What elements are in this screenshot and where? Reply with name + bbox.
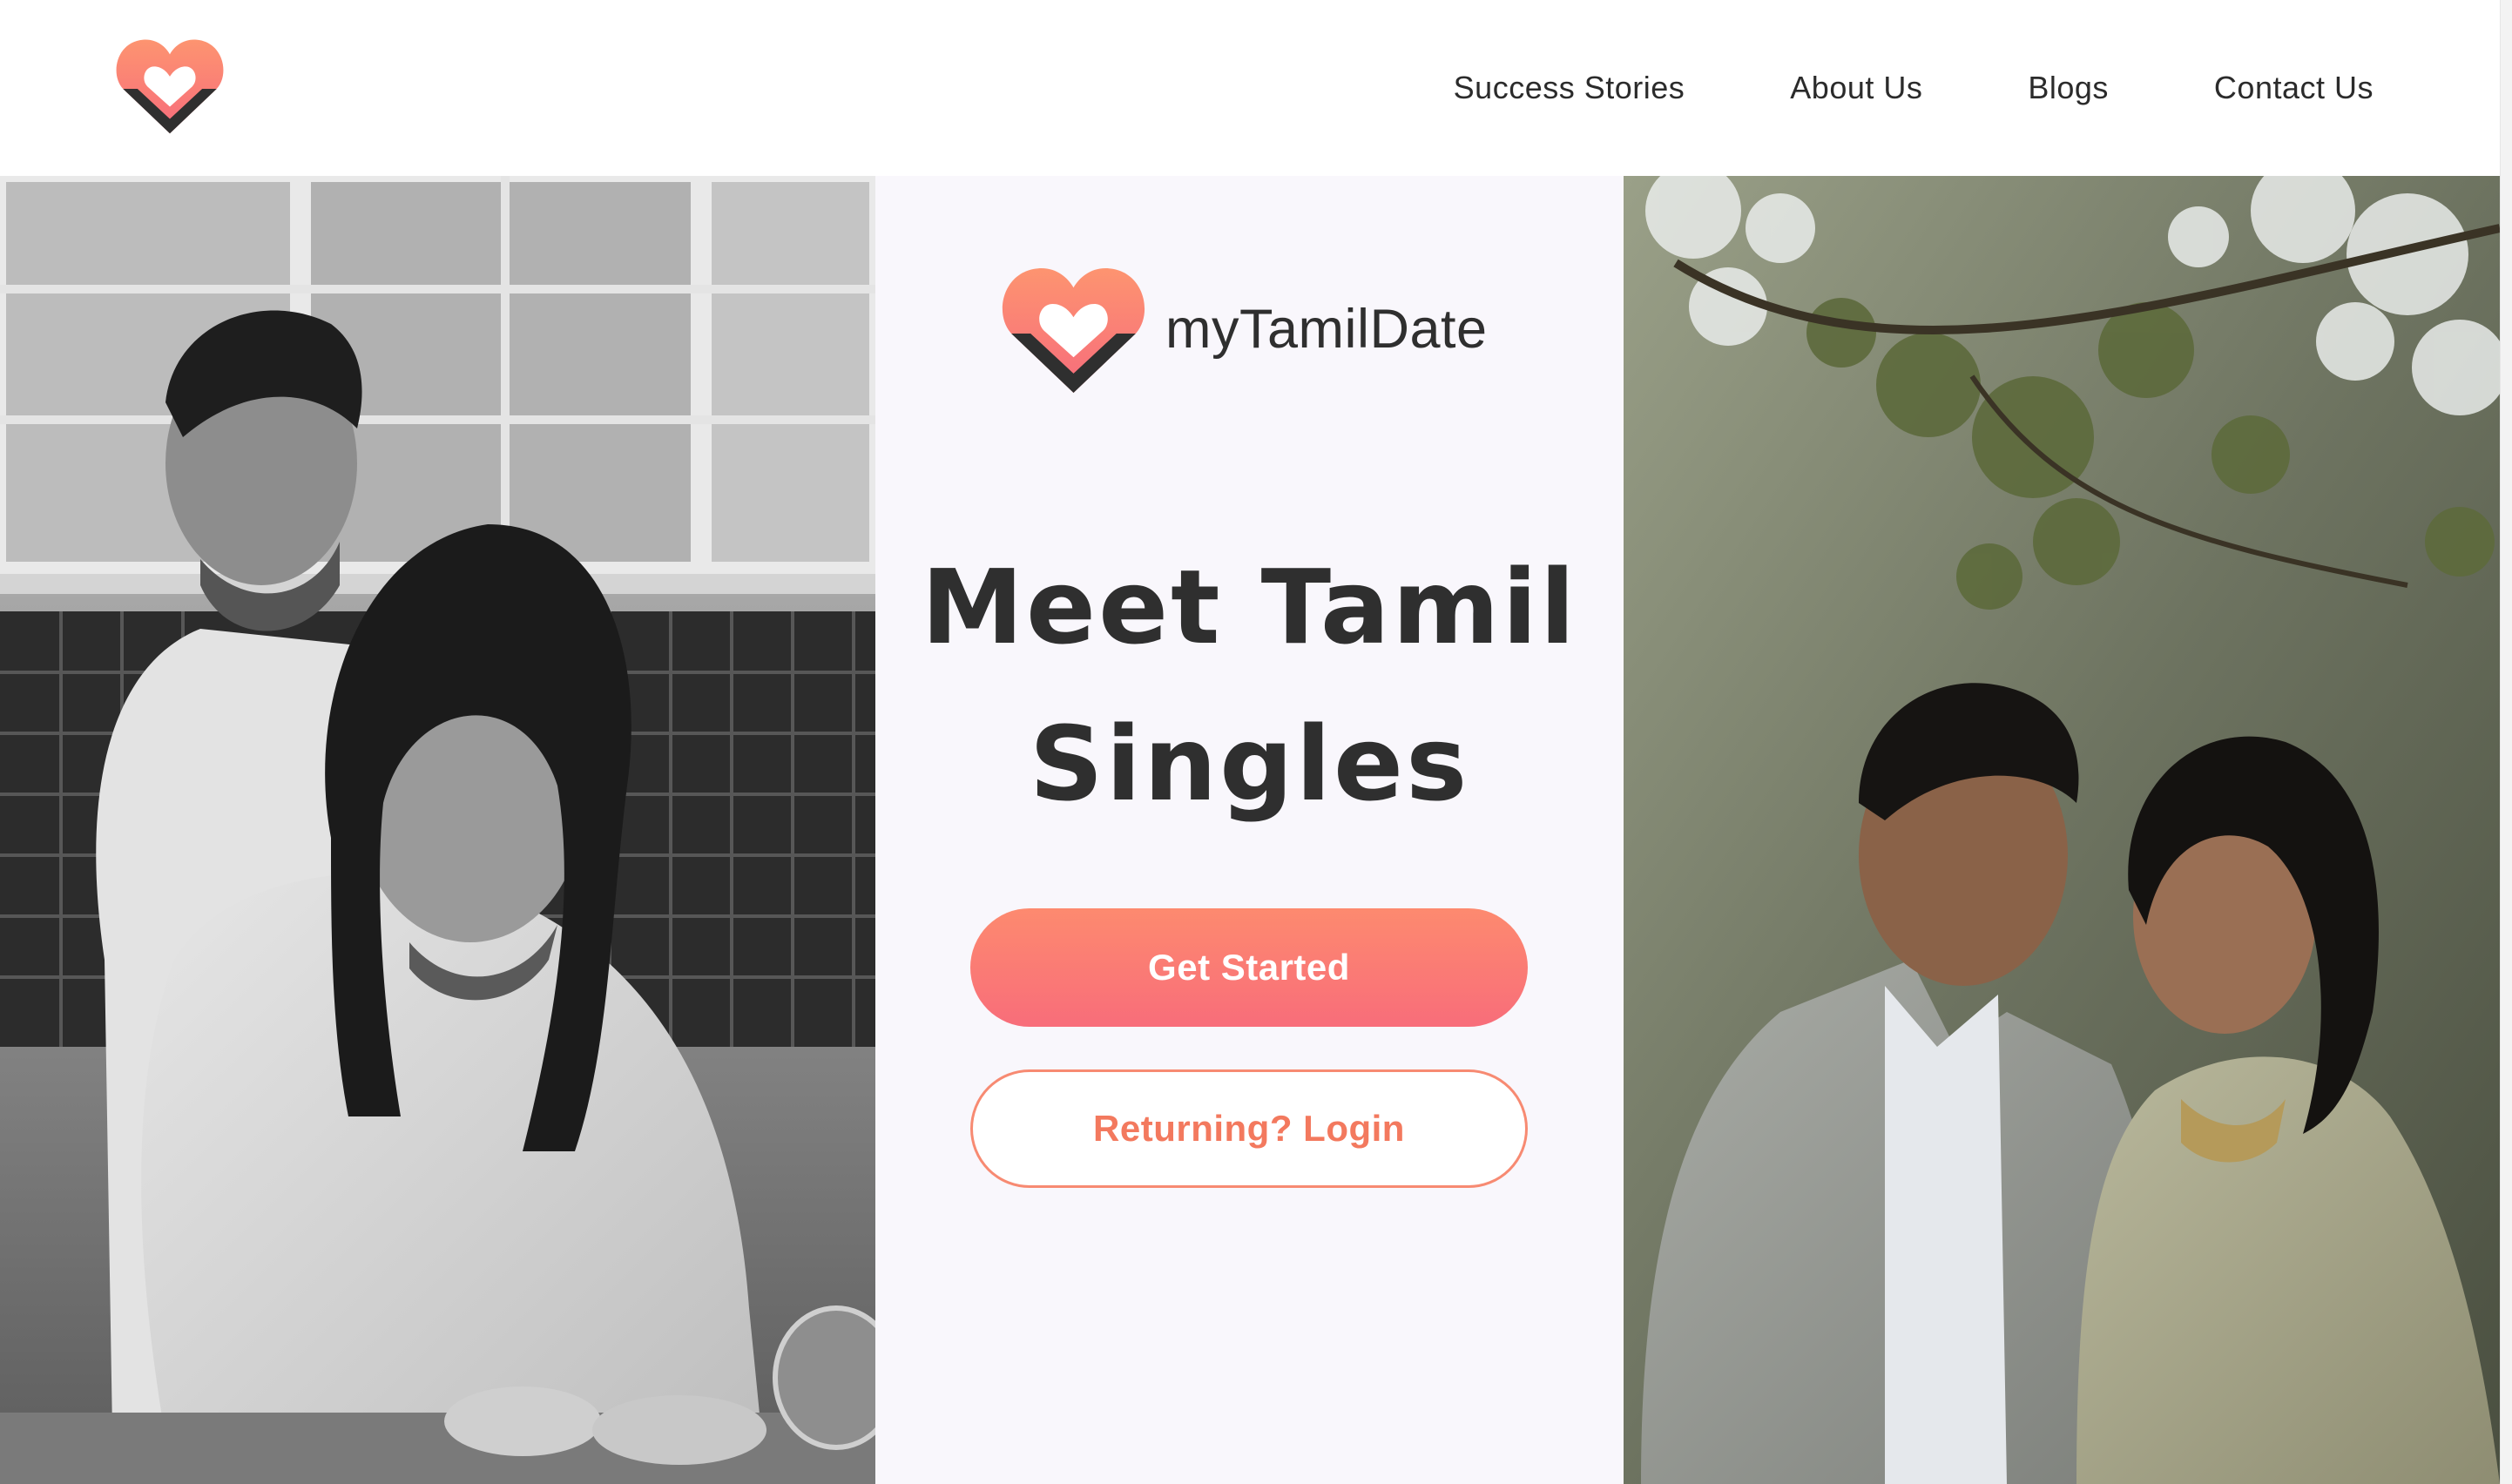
landing-page: Success Stories About Us Blogs Contact U… bbox=[0, 0, 2512, 1484]
hero-center: myTamilDate Meet Tamil Singles Get Start… bbox=[875, 176, 1624, 1484]
login-button[interactable]: Returning? Login bbox=[970, 1069, 1528, 1188]
brand: myTamilDate bbox=[997, 260, 1537, 412]
heart-logo-icon bbox=[1002, 268, 1145, 393]
nav-contact-us[interactable]: Contact Us bbox=[2214, 70, 2374, 106]
nav-success-stories[interactable]: Success Stories bbox=[1454, 70, 1685, 106]
main-nav: Success Stories About Us Blogs Contact U… bbox=[1454, 0, 2374, 176]
page-scrollbar[interactable] bbox=[2500, 0, 2512, 1484]
hero-headline: Meet Tamil Singles bbox=[875, 529, 1624, 842]
nav-about-us[interactable]: About Us bbox=[1790, 70, 1922, 106]
brand-name: myTamilDate bbox=[1165, 299, 1488, 360]
site-header: Success Stories About Us Blogs Contact U… bbox=[0, 0, 2500, 176]
headline-line-1: Meet Tamil bbox=[921, 547, 1578, 667]
couple-cooking-photo bbox=[0, 176, 875, 1484]
couple-outdoors-photo bbox=[1624, 176, 2500, 1484]
headline-line-2: Singles bbox=[1029, 704, 1470, 824]
get-started-button[interactable]: Get Started bbox=[970, 908, 1528, 1027]
heart-logo-icon[interactable] bbox=[113, 33, 226, 145]
nav-blogs[interactable]: Blogs bbox=[2028, 70, 2109, 106]
